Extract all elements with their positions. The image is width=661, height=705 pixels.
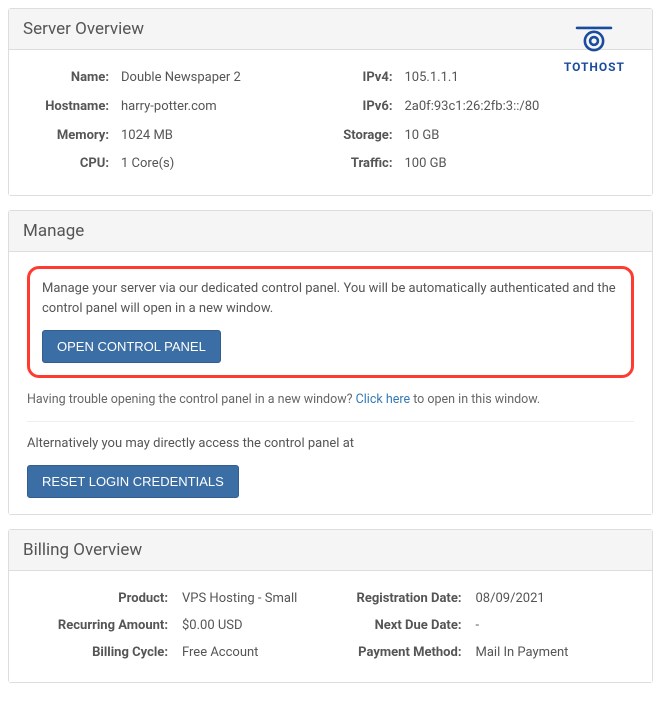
cpu-label: CPU: — [27, 154, 121, 175]
ipv4-label: IPv4: — [331, 68, 405, 89]
server-name-label: Name: — [27, 68, 121, 89]
manage-alt-text: Alternatively you may directly access th… — [27, 436, 634, 451]
storage-label: Storage: — [331, 126, 405, 147]
product-value: VPS Hosting - Small — [182, 591, 331, 606]
help-suffix: to open in this window. — [410, 392, 540, 407]
server-overview-panel: Server Overview Name: Double Newspaper 2… — [8, 8, 653, 196]
server-overview-title: Server Overview — [9, 9, 652, 50]
registration-date-value: 08/09/2021 — [476, 591, 635, 606]
click-here-link[interactable]: Click here — [356, 392, 410, 407]
billing-overview-panel: Billing Overview Product: VPS Hosting - … — [8, 529, 653, 683]
open-control-panel-button[interactable]: OPEN CONTROL PANEL — [42, 330, 221, 363]
help-prefix: Having trouble opening the control panel… — [27, 392, 356, 407]
hostname-label: Hostname: — [27, 97, 121, 118]
memory-value: 1024 MB — [121, 126, 331, 147]
manage-description: Manage your server via our dedicated con… — [42, 279, 619, 318]
server-name-value: Double Newspaper 2 — [121, 68, 331, 89]
billing-overview-title: Billing Overview — [9, 530, 652, 571]
manage-panel: Manage Manage your server via our dedica… — [8, 210, 653, 515]
brand-name: TOTHOST — [564, 60, 625, 74]
payment-method-label: Payment Method: — [331, 645, 476, 660]
open-panel-highlight: Manage your server via our dedicated con… — [27, 266, 634, 378]
registration-date-label: Registration Date: — [331, 591, 476, 606]
cpu-value: 1 Core(s) — [121, 154, 331, 175]
recurring-amount-label: Recurring Amount: — [27, 618, 182, 633]
billing-cycle-label: Billing Cycle: — [27, 645, 182, 660]
storage-value: 10 GB — [405, 126, 635, 147]
next-due-date-value: - — [476, 618, 635, 633]
next-due-date-label: Next Due Date: — [331, 618, 476, 633]
billing-cycle-value: Free Account — [182, 645, 331, 660]
reset-login-credentials-button[interactable]: RESET LOGIN CREDENTIALS — [27, 465, 239, 498]
ipv6-value: 2a0f:93c1:26:2fb:3::/80 — [405, 97, 635, 118]
memory-label: Memory: — [27, 126, 121, 147]
divider — [27, 421, 634, 422]
hostname-value: harry-potter.com — [121, 97, 331, 118]
product-label: Product: — [27, 591, 182, 606]
brand-logo: TOTHOST — [564, 24, 625, 74]
traffic-label: Traffic: — [331, 154, 405, 175]
payment-method-value: Mail In Payment — [476, 645, 635, 660]
ipv6-label: IPv6: — [331, 97, 405, 118]
manage-title: Manage — [9, 211, 652, 252]
traffic-value: 100 GB — [405, 154, 635, 175]
tothost-logo-icon — [574, 24, 614, 54]
manage-help-text: Having trouble opening the control panel… — [27, 388, 634, 419]
recurring-amount-value: $0.00 USD — [182, 618, 331, 633]
